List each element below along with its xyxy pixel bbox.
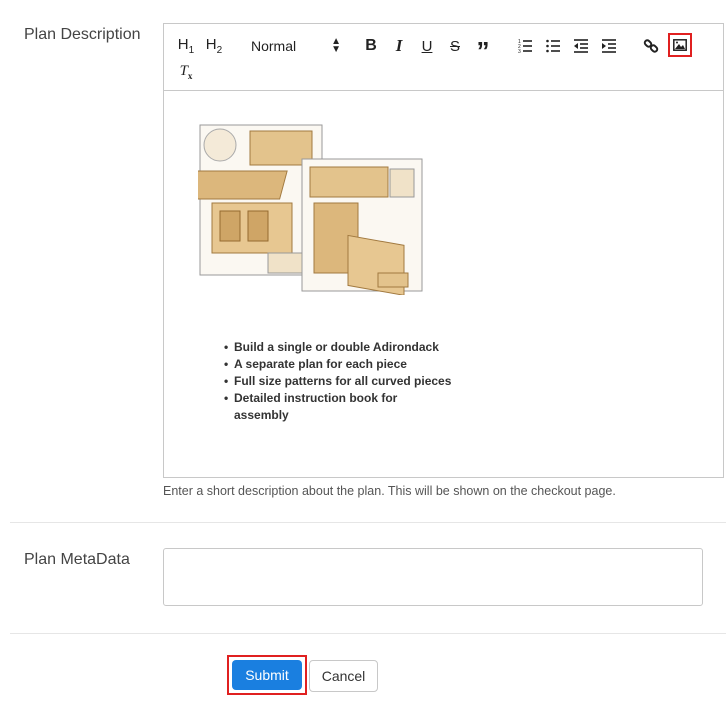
header-1-button[interactable]: H1 [174,34,198,58]
bullet-list-icon [546,39,560,53]
plan-description-label: Plan Description [24,26,141,43]
indent-icon [602,39,616,53]
strike-icon: S [449,37,460,55]
bold-icon: B [365,37,377,54]
underline-icon: U [421,37,433,55]
clear-format-button[interactable]: Tx [174,60,198,84]
outdent-button[interactable] [569,34,593,58]
editor-toolbar: H1 H2 Normal ▲ ▼ B I U S ” 123 Tx [164,24,723,91]
header-2-icon: H2 [205,36,223,56]
format-select[interactable]: Normal ▲ ▼ [251,34,341,58]
blockquote-icon: ” [476,35,490,66]
plan-metadata-label: Plan MetaData [24,551,130,568]
section-divider [10,633,726,634]
ordered-list-button[interactable]: 123 [513,34,537,58]
select-arrows-icon: ▲ ▼ [331,36,341,55]
list-item: Detailed instruction book for assembly [224,390,454,424]
outdent-icon [574,39,588,53]
indent-button[interactable] [597,34,621,58]
cancel-button[interactable]: Cancel [309,660,378,692]
svg-text:3: 3 [518,49,521,54]
rich-text-editor: H1 H2 Normal ▲ ▼ B I U S ” 123 Tx • Buil… [163,23,724,478]
strike-button[interactable]: S [443,34,467,58]
plan-metadata-input[interactable] [163,548,703,606]
link-icon [643,39,659,53]
bold-button[interactable]: B [359,34,383,58]
underline-button[interactable]: U [415,34,439,58]
editor-content[interactable]: Build a single or double Adirondack A se… [164,91,723,477]
bullet-list-button[interactable] [541,34,565,58]
feature-list: Build a single or double Adirondack A se… [224,339,454,424]
section-divider [10,522,726,523]
italic-icon: I [395,36,403,55]
header-1-icon: H1 [177,36,195,56]
format-select-value: Normal [251,38,297,54]
list-item: A separate plan for each piece [224,356,454,373]
header-2-button[interactable]: H2 [202,34,226,58]
woodworking-plans-image [198,124,423,295]
submit-highlight: Submit [227,655,307,695]
clear-format-icon: Tx [179,63,193,81]
image-button[interactable] [668,33,692,57]
list-item: Build a single or double Adirondack [224,339,454,356]
blockquote-button[interactable]: ” [471,34,495,66]
ordered-list-icon: 123 [518,39,532,54]
link-button[interactable] [639,34,663,58]
description-hint: Enter a short description about the plan… [163,484,616,498]
image-icon [673,39,687,51]
italic-button[interactable]: I [387,34,411,58]
submit-button[interactable]: Submit [232,660,302,690]
list-item: Full size patterns for all curved pieces [224,373,454,390]
